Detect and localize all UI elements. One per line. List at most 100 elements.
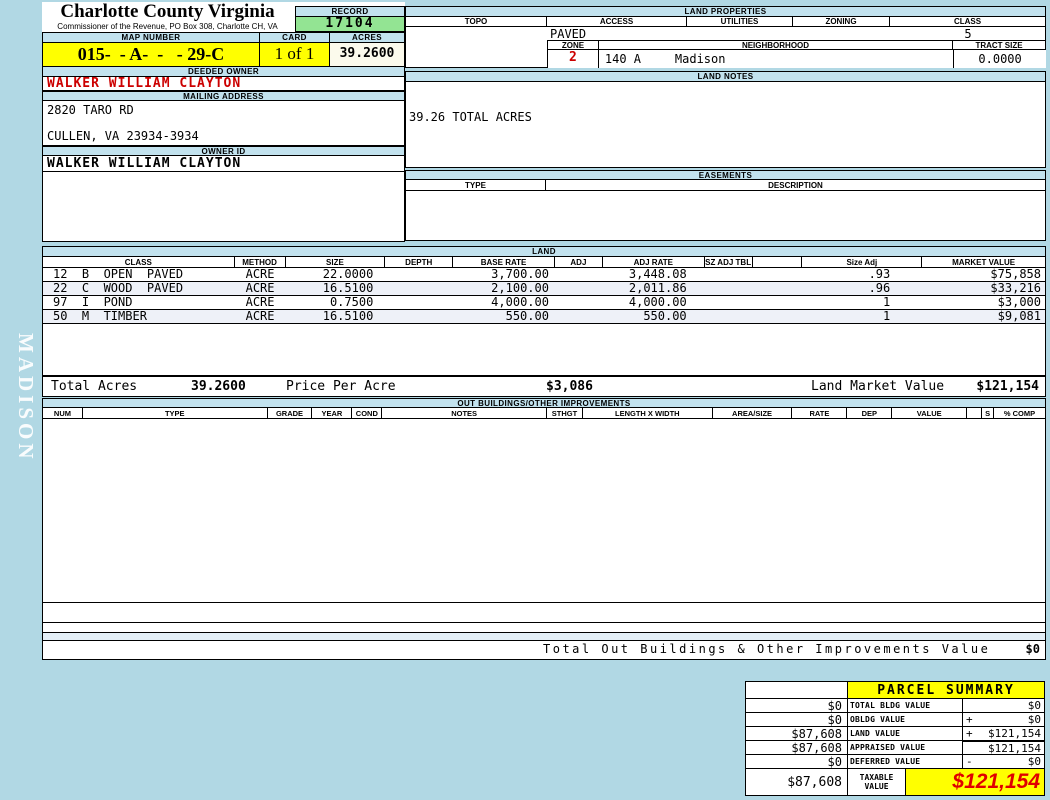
easement-type-column-header: TYPE [406,180,546,190]
easements-header: EASEMENTS [405,170,1046,180]
total-bldg-value-label: TOTAL BLDG VALUE [848,698,963,713]
land-method: ACRE [235,268,286,281]
parcel-summary-row: $0 TOTAL BLDG VALUE $0 [745,698,1045,713]
access-value: PAVED [550,27,586,41]
owner-panel-blank-area [42,172,405,242]
out-buildings-header: OUT BUILDINGS/OTHER IMPROVEMENTS [42,398,1046,408]
land-method-header: METHOD [235,257,286,267]
commissioner-subtitle: Commissioner of the Revenue, PO Box 308,… [42,22,293,31]
appraised-value-label: APPRAISED VALUE [848,740,963,755]
county-title: Charlotte County Virginia [42,2,293,22]
district-label: MADISON [8,333,38,483]
ob-rate-header: RATE [792,408,847,418]
owner-id-header: OWNER ID [42,146,405,156]
easements-blank-area [405,191,1046,241]
land-table-blank-area [43,324,1045,375]
parcel-summary-corner-cell [745,681,848,699]
land-sz-adj-tbl [705,310,753,323]
ob-sthgt-header: STHGT [547,408,583,418]
land-class-header: CLASS [43,257,235,267]
land-adj-rate: 3,448.08 [603,268,705,281]
parcel-summary-title: PARCEL SUMMARY [848,681,1045,699]
prior-land-value: $87,608 [745,726,848,741]
obldg-value: $0 [1028,713,1041,726]
land-adj-rate: 4,000.00 [603,296,705,309]
ob-value-header: VALUE [892,408,967,418]
out-buildings-column-headers: NUM TYPE GRADE YEAR COND NOTES STHGT LEN… [42,408,1046,419]
land-blank [753,296,803,309]
ob-cond-header: COND [352,408,382,418]
op: + [966,713,973,726]
parcel-id-headers: MAP NUMBER CARD ACRES [42,32,405,43]
land-depth [385,296,453,309]
appraised-value: $121,154 [988,742,1041,755]
address-line-1: 2820 TARO RD [47,101,404,117]
land-market-value-header: MARKET VALUE [922,257,1045,267]
land-size-header: SIZE [286,257,386,267]
utilities-column-header: UTILITIES [687,17,793,26]
land-sz-adj-tbl [705,268,753,281]
land-value-cell: + $121,154 [963,726,1045,741]
mailing-address-header: MAILING ADDRESS [42,91,405,101]
land-sz-adj-tbl-header: SZ ADJ TBL [705,257,753,267]
prior-deferred-value: $0 [745,754,848,769]
land-depth-header: DEPTH [385,257,453,267]
land-notes-text: 39.26 TOTAL ACRES [409,110,532,124]
land-adj [555,310,603,323]
out-buildings-total-label: Total Out Buildings & Other Improvements… [543,641,990,658]
obldg-value-label: OBLDG VALUE [848,712,963,727]
land-market-value: $33,216 [922,282,1045,295]
land-class: 50 M TIMBER [43,310,235,323]
land-size: 0.7500 [286,296,386,309]
record-value: 17104 [295,17,405,32]
land-sz-adj-tbl [705,282,753,295]
land-adj [555,296,603,309]
parcel-summary-row: $87,608 LAND VALUE + $121,154 [745,726,1045,741]
ob-num-header: NUM [43,408,83,418]
zone-value: 2 [548,50,599,68]
total-acres-value: 39.2600 [191,377,246,396]
card-value: 1 of 1 [260,43,330,67]
prior-obldg-value: $0 [745,712,848,727]
neighborhood-column-header: NEIGHBORHOOD [599,41,953,49]
taxable-value-row: $87,608 TAXABLE VALUE $121,154 [745,768,1045,796]
out-buildings-empty-row [42,603,1046,623]
mailing-address-box: 2820 TARO RD CULLEN, VA 23934-3934 [42,101,405,146]
land-class: 22 C WOOD PAVED [43,282,235,295]
prior-total-bldg-value: $0 [745,698,848,713]
neighborhood-cell: 140 A Madison [599,50,953,68]
land-adj-rate: 550.00 [603,310,705,323]
total-bldg-value: $0 [1028,699,1041,712]
neighborhood-name: Madison [675,52,726,66]
parcel-summary-row: $0 DEFERRED VALUE - $0 [745,754,1045,769]
land-table-row: 50 M TIMBERACRE16.5100550.00550.001$9,08… [43,310,1045,324]
total-acres-label: Total Acres [51,377,137,396]
land-depth [385,268,453,281]
deferred-value-cell: - $0 [963,754,1045,769]
ob-length-width-header: LENGTH X WIDTH [583,408,713,418]
zone-table-headers: ZONE NEIGHBORHOOD TRACT SIZE [547,40,1046,50]
land-blank [753,282,803,295]
land-method: ACRE [235,296,286,309]
land-notes-box: 39.26 TOTAL ACRES [405,82,1046,168]
address-line-2: CULLEN, VA 23934-3934 [47,129,404,145]
land-properties-header: LAND PROPERTIES [405,6,1046,17]
ob-year-header: YEAR [312,408,352,418]
land-class: 12 B OPEN PAVED [43,268,235,281]
access-column-header: ACCESS [547,17,687,26]
land-sz-adj-tbl [705,296,753,309]
land-class: 97 I POND [43,296,235,309]
obldg-value-cell: + $0 [963,712,1045,727]
owner-id-value: WALKER WILLIAM CLAYTON [42,156,405,172]
ob-blank-header [967,408,982,418]
land-table-row: 12 B OPEN PAVEDACRE22.00003,700.003,448.… [43,268,1045,282]
zone-neighborhood-table: ZONE NEIGHBORHOOD TRACT SIZE 2 140 A Mad… [547,40,1046,68]
op: - [966,755,973,768]
class-value: 5 [890,27,1046,41]
prior-appraised-value: $87,608 [745,740,848,755]
op: + [966,727,973,740]
parcel-summary-row: $0 OBLDG VALUE + $0 [745,712,1045,727]
zoning-column-header: ZONING [793,17,890,26]
easement-description-column-header: DESCRIPTION [546,180,1045,190]
land-market-value: $9,081 [922,310,1045,323]
